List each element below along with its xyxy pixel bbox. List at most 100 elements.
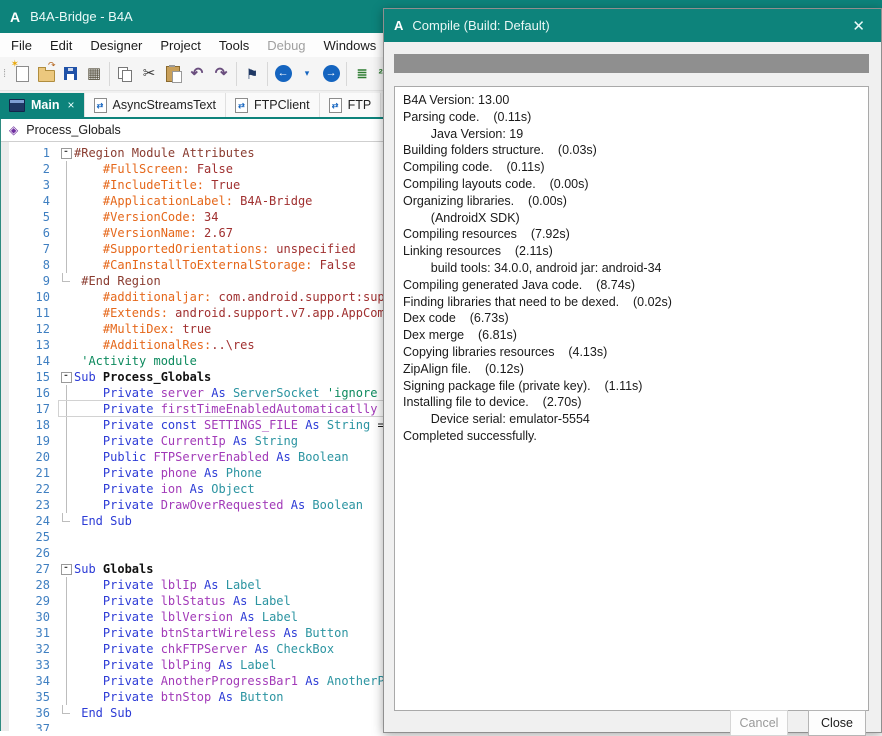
code-token: Label bbox=[226, 578, 262, 592]
fold-guide-end bbox=[62, 273, 70, 282]
fold-guide bbox=[66, 657, 67, 673]
paste-button[interactable] bbox=[161, 62, 185, 86]
menu-file[interactable]: File bbox=[2, 35, 41, 56]
dialog-close-icon[interactable]: ✕ bbox=[846, 17, 871, 35]
line-number[interactable]: 8 bbox=[1, 257, 58, 273]
tab-asyncstreamstext[interactable]: AsyncStreamsText bbox=[85, 93, 227, 117]
code-token: true bbox=[175, 322, 211, 336]
tab-label: Main bbox=[31, 98, 59, 112]
line-number[interactable]: 23 bbox=[1, 497, 58, 513]
redo-button[interactable]: ↷ bbox=[209, 62, 233, 86]
line-number[interactable]: 18 bbox=[1, 417, 58, 433]
fold-column[interactable]: - bbox=[58, 369, 74, 385]
line-number[interactable]: 17 bbox=[1, 401, 58, 417]
compile-log[interactable]: B4A Version: 13.00Parsing code. (0.11s) … bbox=[394, 86, 869, 711]
line-number[interactable]: 28 bbox=[1, 577, 58, 593]
fold-collapse-icon[interactable]: - bbox=[61, 564, 72, 575]
line-number[interactable]: 5 bbox=[1, 209, 58, 225]
line-number[interactable]: 10 bbox=[1, 289, 58, 305]
line-number[interactable]: 2 bbox=[1, 161, 58, 177]
fold-collapse-icon[interactable]: - bbox=[61, 372, 72, 383]
log-line: Java Version: 19 bbox=[403, 126, 860, 143]
line-number[interactable]: 19 bbox=[1, 433, 58, 449]
code-token: #VersionName: bbox=[103, 226, 197, 240]
fold-column[interactable]: - bbox=[58, 145, 74, 161]
line-number[interactable]: 35 bbox=[1, 689, 58, 705]
line-number[interactable]: 11 bbox=[1, 305, 58, 321]
code-token: AnotherP bbox=[327, 674, 385, 688]
save-button[interactable] bbox=[58, 62, 82, 86]
menu-designer[interactable]: Designer bbox=[81, 35, 151, 56]
new-file-button[interactable] bbox=[10, 62, 34, 86]
menu-project[interactable]: Project bbox=[151, 35, 209, 56]
line-number[interactable]: 13 bbox=[1, 337, 58, 353]
fold-collapse-icon[interactable]: - bbox=[61, 148, 72, 159]
code-token: phone bbox=[161, 466, 204, 480]
line-number[interactable]: 15 bbox=[1, 369, 58, 385]
line-number[interactable]: 27 bbox=[1, 561, 58, 577]
line-number[interactable]: 31 bbox=[1, 625, 58, 641]
nav-forward-button[interactable]: → bbox=[319, 62, 343, 86]
tab-ftp[interactable]: FTP bbox=[320, 93, 382, 117]
code-token: Private bbox=[103, 466, 161, 480]
code-token: 'ignore bbox=[327, 386, 378, 400]
line-number[interactable]: 37 bbox=[1, 721, 58, 731]
menu-edit[interactable]: Edit bbox=[41, 35, 81, 56]
open-button[interactable] bbox=[34, 62, 58, 86]
fold-column bbox=[58, 193, 74, 209]
code-text: #VersionCode: 34 bbox=[74, 209, 219, 225]
copy-button[interactable] bbox=[113, 62, 137, 86]
line-number[interactable]: 36 bbox=[1, 705, 58, 721]
menu-windows[interactable]: Windows bbox=[315, 35, 386, 56]
fold-guide bbox=[66, 177, 67, 193]
line-number[interactable]: 3 bbox=[1, 177, 58, 193]
modules-button[interactable]: ▦ bbox=[82, 62, 106, 86]
menu-tools[interactable]: Tools bbox=[210, 35, 258, 56]
fold-guide bbox=[66, 481, 67, 497]
indent-list-button[interactable]: ≣ bbox=[350, 62, 374, 86]
tab-ftpclient[interactable]: FTPClient bbox=[226, 93, 320, 117]
fold-guide bbox=[66, 465, 67, 481]
app-icon: A bbox=[10, 9, 20, 25]
code-token: btnStartWireless bbox=[161, 626, 284, 640]
dialog-title-bar[interactable]: A Compile (Build: Default) ✕ bbox=[384, 9, 881, 42]
line-number[interactable]: 20 bbox=[1, 449, 58, 465]
fold-column[interactable]: - bbox=[58, 561, 74, 577]
line-number[interactable]: 7 bbox=[1, 241, 58, 257]
code-token: String bbox=[327, 418, 378, 432]
line-number[interactable]: 12 bbox=[1, 321, 58, 337]
cut-button[interactable]: ✂ bbox=[137, 62, 161, 86]
nav-back-button[interactable]: ← bbox=[271, 62, 295, 86]
tab-main[interactable]: Main × bbox=[0, 93, 85, 117]
line-number[interactable]: 32 bbox=[1, 641, 58, 657]
code-token: Button bbox=[240, 690, 283, 704]
line-number[interactable]: 14 bbox=[1, 353, 58, 369]
log-line: Signing package file (private key). (1.1… bbox=[403, 378, 860, 395]
line-number[interactable]: 26 bbox=[1, 545, 58, 561]
bookmark-button[interactable]: ⚑ bbox=[240, 62, 264, 86]
line-number[interactable]: 30 bbox=[1, 609, 58, 625]
window-title: B4A-Bridge - B4A bbox=[30, 9, 133, 24]
code-token: #MultiDex: bbox=[103, 322, 175, 336]
line-number[interactable]: 9 bbox=[1, 273, 58, 289]
sub-icon: ◈ bbox=[9, 123, 18, 137]
undo-button[interactable]: ↶ bbox=[185, 62, 209, 86]
code-text: Private AnotherProgressBar1 As AnotherP bbox=[74, 673, 385, 689]
line-number[interactable]: 21 bbox=[1, 465, 58, 481]
tab-close-icon[interactable]: × bbox=[67, 98, 74, 112]
close-button[interactable]: Close bbox=[808, 710, 866, 736]
cancel-button[interactable]: Cancel bbox=[730, 710, 788, 736]
line-number[interactable]: 1 bbox=[1, 145, 58, 161]
line-number[interactable]: 25 bbox=[1, 529, 58, 545]
line-number[interactable]: 4 bbox=[1, 193, 58, 209]
nav-history-dropdown-button[interactable]: ▾ bbox=[295, 62, 319, 86]
line-number[interactable]: 24 bbox=[1, 513, 58, 529]
line-number[interactable]: 29 bbox=[1, 593, 58, 609]
line-number[interactable]: 34 bbox=[1, 673, 58, 689]
line-number[interactable]: 33 bbox=[1, 657, 58, 673]
line-number[interactable]: 16 bbox=[1, 385, 58, 401]
line-number[interactable]: 6 bbox=[1, 225, 58, 241]
code-token: Private bbox=[103, 498, 161, 512]
line-number[interactable]: 22 bbox=[1, 481, 58, 497]
code-text: End Sub bbox=[74, 705, 132, 721]
